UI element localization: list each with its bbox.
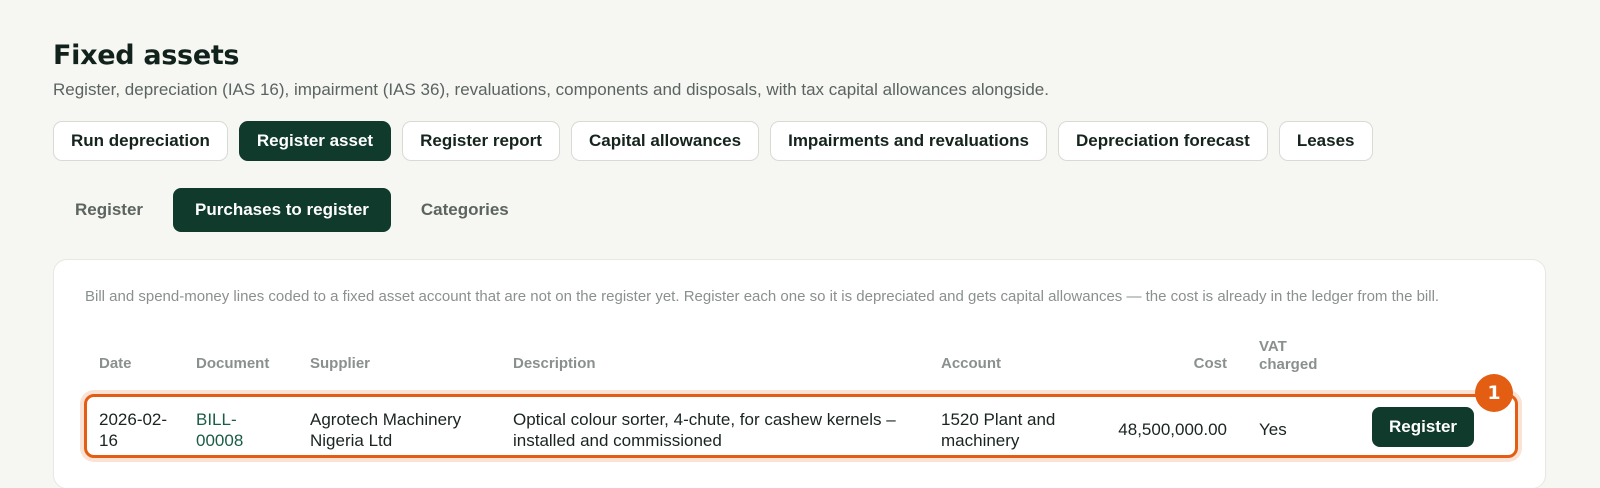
annotation-marker: 1 — [1475, 374, 1513, 412]
column-header-description: Description — [513, 355, 596, 372]
cell-supplier: Agrotech Machinery Nigeria Ltd — [310, 410, 462, 450]
cell-vat-charged: Yes — [1259, 420, 1287, 439]
leases-button[interactable]: Leases — [1278, 121, 1373, 161]
panel-note: Bill and spend-money lines coded to a fi… — [85, 288, 1440, 305]
capital-allowances-button[interactable]: Capital allowances — [570, 121, 760, 161]
cell-date: 2026-02-16 — [99, 410, 168, 450]
page-subtitle: Register, depreciation (IAS 16), impairm… — [53, 80, 1049, 99]
page-title: Fixed assets — [53, 40, 240, 71]
cell-document-link[interactable]: BILL-00008 — [196, 409, 256, 451]
register-row-button[interactable]: Register — [1372, 407, 1474, 447]
impairments-revaluations-button[interactable]: Impairments and revaluations — [770, 121, 1047, 161]
column-header-cost: Cost — [1193, 355, 1227, 372]
column-header-date: Date — [99, 355, 132, 372]
cell-cost: 48,500,000.00 — [1118, 420, 1227, 439]
register-asset-button[interactable]: Register asset — [238, 121, 392, 161]
column-header-account: Account — [941, 355, 1001, 372]
tab-categories[interactable]: Categories — [399, 188, 531, 232]
column-header-document: Document — [196, 355, 270, 372]
purchases-panel: Bill and spend-money lines coded to a fi… — [53, 259, 1546, 488]
column-header-vat-charged: VAT charged — [1259, 338, 1318, 373]
toolbar: Run depreciation Register asset Register… — [53, 121, 1373, 161]
tab-purchases-to-register[interactable]: Purchases to register — [173, 188, 391, 232]
column-header-supplier: Supplier — [310, 355, 371, 372]
register-report-button[interactable]: Register report — [402, 121, 560, 161]
table-row: 2026-02-16 BILL-00008 Agrotech Machinery… — [84, 394, 1518, 458]
run-depreciation-button[interactable]: Run depreciation — [53, 121, 228, 161]
subtabs: Register Purchases to register Categorie… — [53, 188, 531, 232]
cell-account: 1520 Plant and machinery — [941, 410, 1056, 450]
cell-description: Optical colour sorter, 4-chute, for cash… — [513, 410, 896, 450]
tab-register[interactable]: Register — [53, 188, 165, 232]
depreciation-forecast-button[interactable]: Depreciation forecast — [1058, 121, 1268, 161]
